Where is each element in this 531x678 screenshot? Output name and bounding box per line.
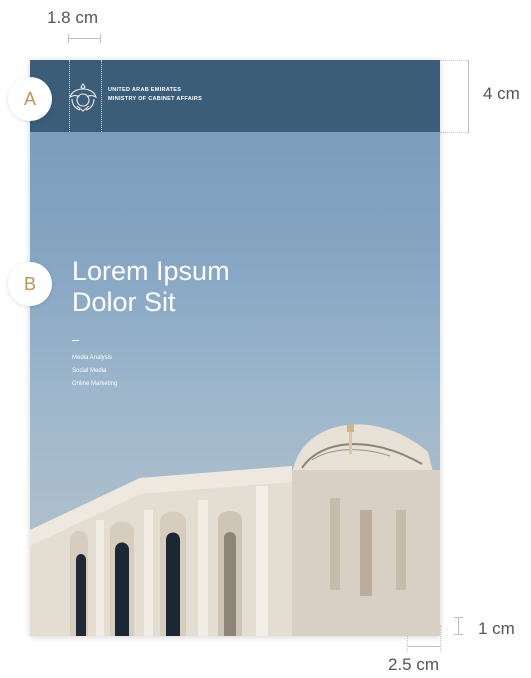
side-margin-guide-right xyxy=(440,625,441,651)
cover-title-line-2: Dolor Sit xyxy=(72,287,176,317)
bottom-margin-label: 1 cm xyxy=(478,619,515,638)
cover-page: UNITED ARAB EMIRATES MINISTRY OF CABINET… xyxy=(30,60,440,636)
header-top-guide xyxy=(440,60,468,61)
bottom-margin-tick-bottom xyxy=(454,634,463,635)
logo-width-line xyxy=(68,38,101,39)
logo-guide-left xyxy=(69,60,70,132)
marker-a: A xyxy=(8,77,52,121)
ministry-name: UNITED ARAB EMIRATES MINISTRY OF CABINET… xyxy=(108,86,202,104)
side-margin-label: 2.5 cm xyxy=(388,655,440,674)
logo-guide-right xyxy=(101,60,102,132)
cover-title: Lorem Ipsum Dolor Sit xyxy=(72,256,230,318)
logo-width-tick-right xyxy=(100,34,101,43)
mosque-photo xyxy=(30,424,440,636)
marker-b: B xyxy=(8,262,52,306)
logo-width-label: 1.8 cm xyxy=(47,8,99,27)
header-bottom-guide xyxy=(440,132,468,133)
bottom-margin-line xyxy=(458,617,459,635)
ministry-line-2: MINISTRY OF CABINET AFFAIRS xyxy=(108,96,203,102)
logo-width-tick-left xyxy=(68,34,69,43)
header-height-label: 4 cm xyxy=(483,84,520,103)
ministry-line-1: UNITED ARAB EMIRATES xyxy=(108,87,182,93)
falcon-emblem-icon xyxy=(69,83,97,112)
header-height-line xyxy=(468,60,469,133)
title-divider xyxy=(72,340,79,341)
cover-title-line-1: Lorem Ipsum xyxy=(72,256,230,286)
side-margin-line xyxy=(407,646,441,647)
cover-header: UNITED ARAB EMIRATES MINISTRY OF CABINET… xyxy=(30,60,440,132)
bottom-margin-tick-top xyxy=(454,617,463,618)
